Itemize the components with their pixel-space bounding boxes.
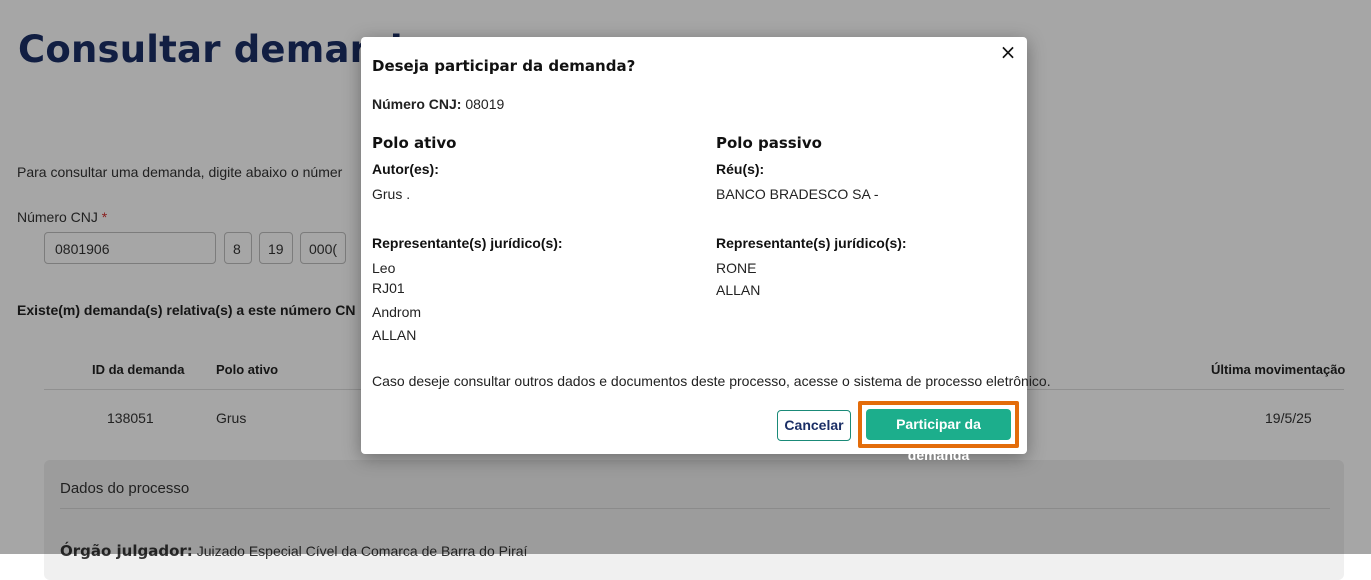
polo-passivo-rep-2: ALLAN: [716, 282, 761, 298]
reu-label: Réu(s):: [716, 161, 765, 177]
reu-value: BANCO BRADESCO SA -: [716, 186, 879, 202]
autor-label: Autor(es):: [372, 161, 439, 177]
participar-demanda-modal: × Deseja participar da demanda? Número C…: [361, 37, 1051, 463]
polo-ativo-rep-1: Leo: [372, 260, 396, 276]
polo-ativo-heading: Polo ativo: [372, 134, 457, 152]
polo-ativo-rep-4: ALLAN: [372, 327, 417, 343]
polo-passivo-rep-label: Representante(s) jurídico(s):: [716, 235, 907, 251]
modal-note: Caso deseje consultar outros dados e doc…: [372, 373, 1051, 389]
polo-ativo-section: Polo ativo Autor(es): Grus . Representan…: [372, 134, 692, 343]
polo-passivo-rep-1: RONE: [716, 260, 757, 276]
cancel-button[interactable]: Cancelar: [777, 410, 851, 441]
close-icon[interactable]: ×: [997, 41, 1019, 63]
polo-passivo-section: Polo passivo Réu(s): BANCO BRADESCO SA -…: [716, 134, 1036, 298]
modal-cnj-label: Número CNJ:: [372, 96, 462, 112]
polo-ativo-rep-label: Representante(s) jurídico(s):: [372, 235, 563, 251]
participar-demanda-button[interactable]: Participar da demanda: [866, 409, 1011, 463]
polo-ativo-rep-3: Androm: [372, 304, 422, 320]
modal-cnj: Número CNJ: 08019: [372, 96, 504, 112]
polo-passivo-heading: Polo passivo: [716, 134, 822, 152]
modal-title: Deseja participar da demanda?: [372, 57, 636, 75]
polo-ativo-rep-2: RJ01: [372, 280, 405, 296]
autor-value: Grus .: [372, 186, 411, 202]
modal-cnj-value: 08019: [465, 96, 505, 112]
